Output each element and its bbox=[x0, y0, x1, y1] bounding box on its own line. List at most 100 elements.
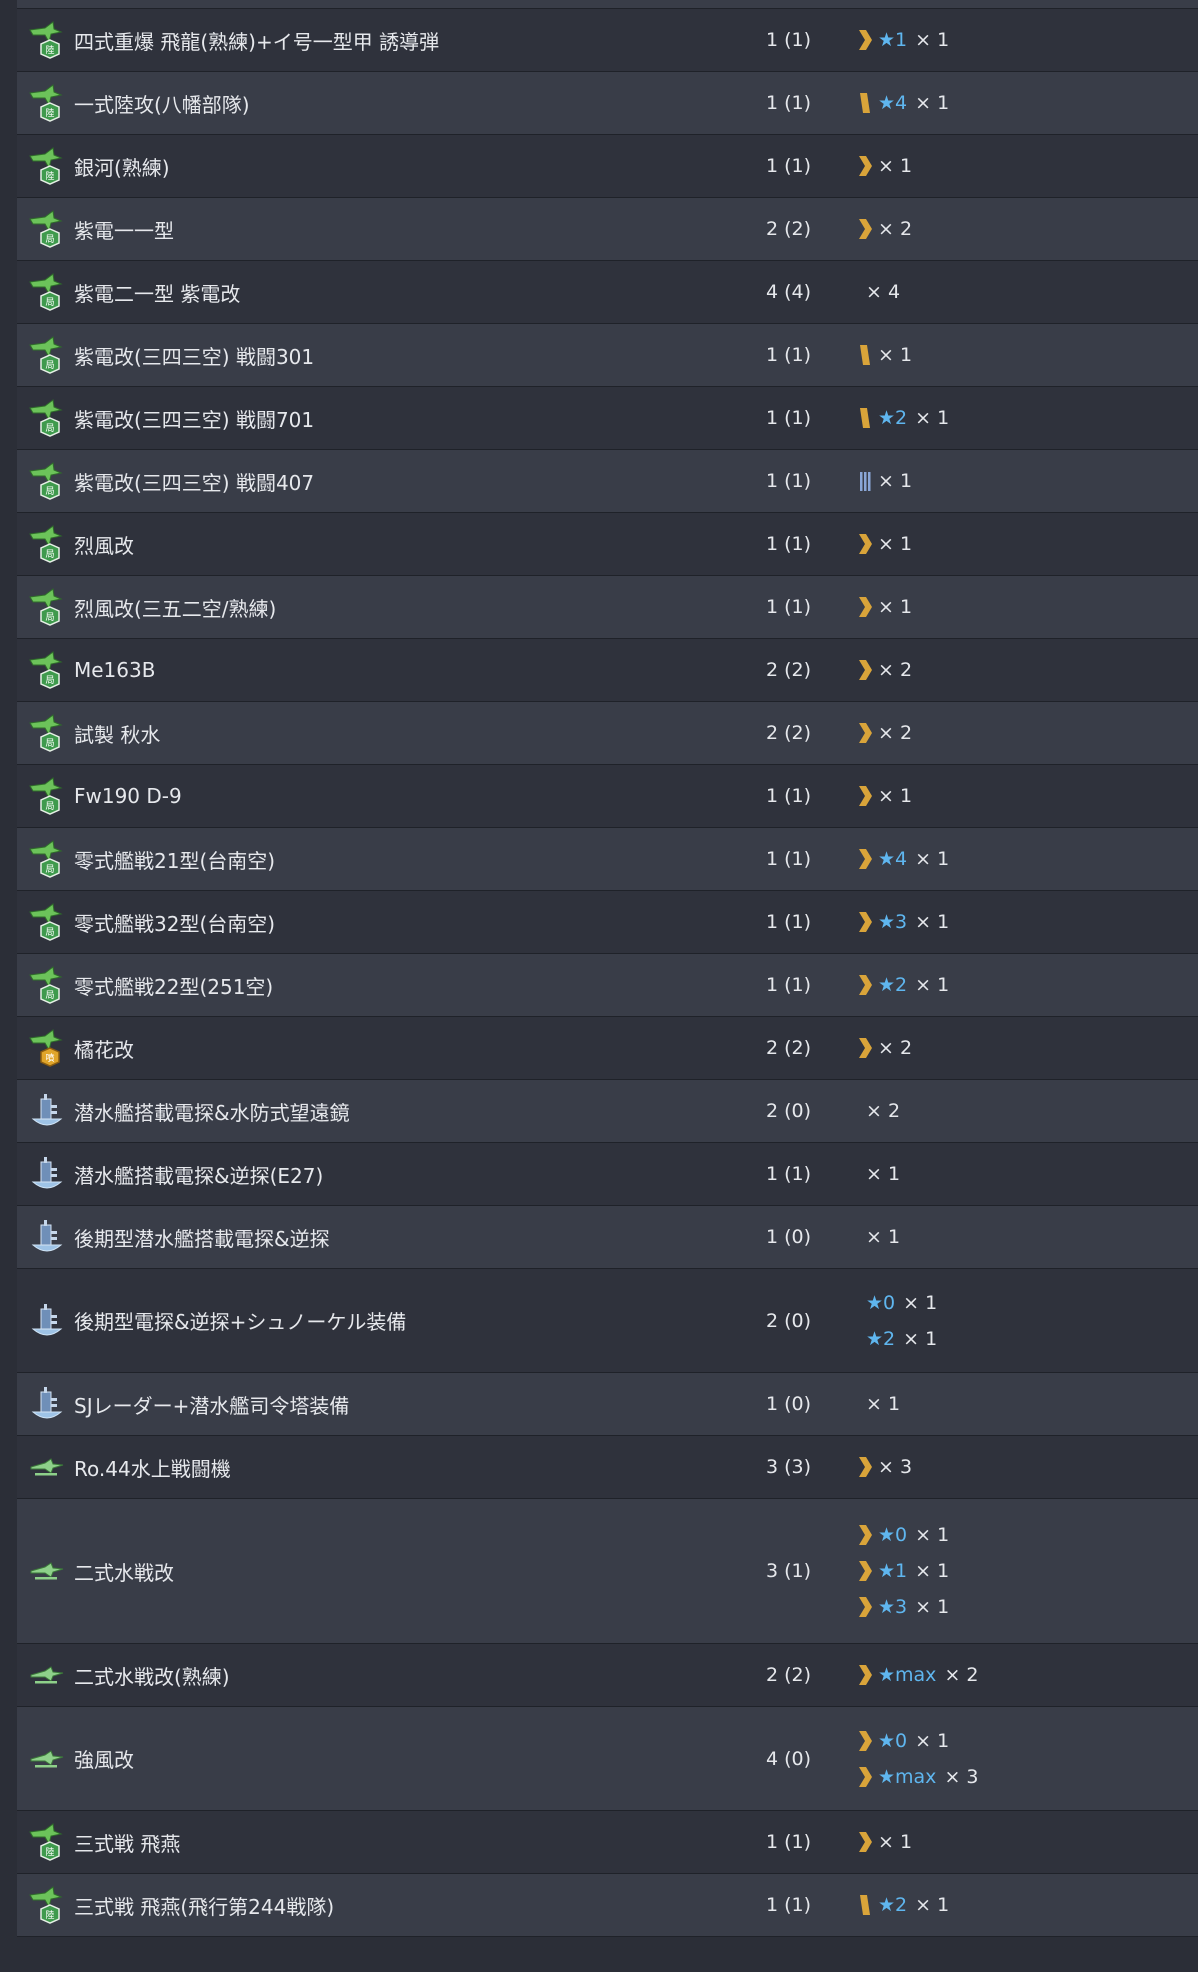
table-row[interactable]: 局 試製 秋水 2 (2) × 2 bbox=[17, 702, 1198, 765]
proficiency-quantity: × 1 bbox=[878, 470, 913, 492]
table-row[interactable]: 二式水戦改 3 (1) ★0 × 1 ★1 × 1 ★3 × 1 bbox=[17, 1499, 1198, 1644]
table-row[interactable]: 局 紫電改(三四三空) 戦闘701 1 (1) ★2 × 1 bbox=[17, 387, 1198, 450]
equipment-name[interactable]: 紫電一一型 bbox=[74, 215, 174, 244]
equipment-name[interactable]: SJレーダー+潜水艦司令塔装備 bbox=[74, 1390, 349, 1419]
svg-text:局: 局 bbox=[45, 864, 54, 875]
equipment-name[interactable]: 零式艦戦21型(台南空) bbox=[74, 845, 275, 874]
table-row[interactable]: 陸 一式陸攻(八幡部隊) 1 (1) ★4 × 1 bbox=[17, 72, 1198, 135]
equipment-table: 陸四式重爆 飛龍(熟練)+イ号一型甲 誘導弾 1 (1) ★1 × 1 陸一式陸攻(八幡… bbox=[17, 0, 1198, 1937]
equipment-name[interactable]: 烈風改 bbox=[74, 530, 134, 559]
equipment-name[interactable]: 潜水艦搭載電探&水防式望遠鏡 bbox=[74, 1097, 350, 1126]
table-row[interactable]: 陸 四式重爆 飛龍(熟練)+イ号一型甲 誘導弾 1 (1) ★1 × 1 bbox=[17, 9, 1198, 72]
equipment-name[interactable]: 二式水戦改 bbox=[74, 1557, 174, 1586]
equipment-name[interactable]: 後期型潜水艦搭載電探&逆探 bbox=[74, 1223, 330, 1252]
proficiency-line: ★1 × 1 bbox=[856, 25, 1198, 55]
table-row[interactable]: 局 烈風改(三五二空/熟練) 1 (1) × 1 bbox=[17, 576, 1198, 639]
equipment-name[interactable]: Me163B bbox=[74, 658, 155, 682]
equipment-name-cell: 後期型電探&逆探+シュノーケル装備 bbox=[17, 1301, 592, 1341]
improvement-star: ★max bbox=[878, 1664, 937, 1686]
proficiency-quantity: × 1 bbox=[915, 848, 950, 870]
table-row[interactable]: 局 零式艦戦21型(台南空) 1 (1) ★4 × 1 bbox=[17, 828, 1198, 891]
svg-text:局: 局 bbox=[45, 612, 54, 623]
equipment-name[interactable]: 零式艦戦22型(251空) bbox=[74, 971, 273, 1000]
table-row[interactable]: 後期型電探&逆探+シュノーケル装備 2 (0) ★0 × 1 ★2 × 1 bbox=[17, 1269, 1198, 1373]
table-row[interactable]: 強風改 4 (0) ★0 × 1 ★max × 3 bbox=[17, 1707, 1198, 1811]
table-row[interactable]: 局 Me163B 2 (2) × 2 bbox=[17, 639, 1198, 702]
land-attacker-icon: 陸 bbox=[29, 84, 63, 122]
proficiency-quantity: × 3 bbox=[878, 1456, 913, 1478]
table-row[interactable]: 局 紫電一一型 2 (2) × 2 bbox=[17, 198, 1198, 261]
equipment-name[interactable]: 潜水艦搭載電探&逆探(E27) bbox=[74, 1160, 323, 1189]
equipment-name[interactable]: 三式戦 飛燕(飛行第244戦隊) bbox=[74, 1891, 334, 1920]
proficiency-cell: ★0 × 1 ★1 × 1 ★3 × 1 bbox=[856, 1520, 1198, 1622]
proficiency-line: × 2 bbox=[856, 655, 1198, 685]
equipment-count: 4 (4) bbox=[766, 281, 812, 303]
seaplane-fighter-icon bbox=[30, 1666, 64, 1684]
proficiency-line: ★2 × 1 bbox=[856, 970, 1198, 1000]
proficiency-quantity: × 1 bbox=[915, 92, 950, 114]
table-row[interactable]: 局 紫電改(三四三空) 戦闘407 1 (1) × 1 bbox=[17, 450, 1198, 513]
equipment-name-cell: 局 零式艦戦32型(台南空) bbox=[17, 902, 592, 942]
table-row[interactable]: SJレーダー+潜水艦司令塔装備 1 (0) × 1 bbox=[17, 1373, 1198, 1436]
equipment-count: 1 (1) bbox=[766, 785, 812, 807]
proficiency-cell: × 1 bbox=[856, 592, 1198, 622]
equipment-name[interactable]: 紫電改(三四三空) 戦闘701 bbox=[74, 404, 314, 433]
equipment-name[interactable]: 二式水戦改(熟練) bbox=[74, 1661, 230, 1690]
proficiency-chevron-icon bbox=[859, 723, 872, 743]
equipment-name[interactable]: 橘花改 bbox=[74, 1034, 134, 1063]
equipment-name[interactable]: 紫電改(三四三空) 戦闘301 bbox=[74, 341, 314, 370]
table-row[interactable]: 陸 銀河(熟練) 1 (1) × 1 bbox=[17, 135, 1198, 198]
equipment-name-cell: 局 紫電改(三四三空) 戦闘407 bbox=[17, 461, 592, 501]
equipment-name[interactable]: 四式重爆 飛龍(熟練)+イ号一型甲 誘導弾 bbox=[74, 26, 439, 55]
table-row[interactable]: 噴 橘花改 2 (2) × 2 bbox=[17, 1017, 1198, 1080]
proficiency-chevron-icon bbox=[859, 1525, 872, 1545]
table-row[interactable]: 局 烈風改 1 (1) × 1 bbox=[17, 513, 1198, 576]
svg-text:局: 局 bbox=[45, 738, 54, 749]
proficiency-cell: × 2 bbox=[856, 214, 1198, 244]
equipment-name[interactable]: 強風改 bbox=[74, 1744, 134, 1773]
equipment-name[interactable]: 紫電改(三四三空) 戦闘407 bbox=[74, 467, 314, 496]
table-row[interactable]: 後期型潜水艦搭載電探&逆探 1 (0) × 1 bbox=[17, 1206, 1198, 1269]
improvement-star: ★4 bbox=[878, 92, 908, 114]
equipment-count: 1 (1) bbox=[766, 92, 812, 114]
equipment-count: 1 (1) bbox=[766, 29, 812, 51]
table-row[interactable]: 局 零式艦戦22型(251空) 1 (1) ★2 × 1 bbox=[17, 954, 1198, 1017]
svg-text:局: 局 bbox=[45, 234, 54, 245]
equipment-count: 3 (1) bbox=[766, 1560, 812, 1582]
proficiency-chevron-icon bbox=[859, 849, 872, 869]
table-row[interactable]: 局 紫電改(三四三空) 戦闘301 1 (1) × 1 bbox=[17, 324, 1198, 387]
equipment-name[interactable]: 紫電二一型 紫電改 bbox=[74, 278, 240, 307]
table-row[interactable]: 陸 三式戦 飛燕 1 (1) × 1 bbox=[17, 1811, 1198, 1874]
equipment-name[interactable]: Fw190 D-9 bbox=[74, 784, 182, 808]
table-row[interactable]: 局 零式艦戦32型(台南空) 1 (1) ★3 × 1 bbox=[17, 891, 1198, 954]
table-row[interactable]: 局 Fw190 D-9 1 (1) × 1 bbox=[17, 765, 1198, 828]
svg-text:局: 局 bbox=[45, 486, 54, 497]
interceptor-icon: 局 bbox=[29, 399, 63, 437]
table-row[interactable]: 陸 三式戦 飛燕(飛行第244戦隊) 1 (1) ★2 × 1 bbox=[17, 1874, 1198, 1937]
proficiency-line: ★4 × 1 bbox=[856, 88, 1198, 118]
proficiency-bar-icon bbox=[860, 93, 870, 113]
equipment-name[interactable]: 三式戦 飛燕 bbox=[74, 1828, 180, 1857]
proficiency-cell: × 1 bbox=[856, 340, 1198, 370]
equipment-name[interactable]: 一式陸攻(八幡部隊) bbox=[74, 89, 250, 118]
table-row[interactable]: Ro.44水上戦闘機 3 (3) × 3 bbox=[17, 1436, 1198, 1499]
equipment-name[interactable]: 銀河(熟練) bbox=[74, 152, 170, 181]
equipment-name[interactable]: 後期型電探&逆探+シュノーケル装備 bbox=[74, 1306, 406, 1335]
proficiency-chevron-icon bbox=[859, 1561, 872, 1581]
proficiency-chevron-icon bbox=[859, 1730, 872, 1751]
equipment-name[interactable]: 烈風改(三五二空/熟練) bbox=[74, 593, 276, 622]
table-row[interactable]: 潜水艦搭載電探&逆探(E27) 1 (1) × 1 bbox=[17, 1143, 1198, 1206]
equipment-name[interactable]: Ro.44水上戦闘機 bbox=[74, 1453, 231, 1482]
table-row[interactable]: 局 紫電二一型 紫電改 4 (4) × 4 bbox=[17, 261, 1198, 324]
table-row[interactable]: 二式水戦改(熟練) 2 (2) ★max × 2 bbox=[17, 1644, 1198, 1707]
table-row[interactable]: 潜水艦搭載電探&水防式望遠鏡 2 (0) × 2 bbox=[17, 1080, 1198, 1143]
equipment-name-cell: 陸 銀河(熟練) bbox=[17, 146, 592, 186]
proficiency-cell: × 1 bbox=[856, 529, 1198, 559]
proficiency-chevron-icon bbox=[859, 912, 872, 932]
improvement-star: ★0 bbox=[878, 1524, 908, 1546]
proficiency-line: × 1 bbox=[856, 466, 1198, 496]
svg-text:陸: 陸 bbox=[45, 1846, 54, 1858]
proficiency-chevron-icon bbox=[859, 534, 872, 554]
equipment-name[interactable]: 試製 秋水 bbox=[74, 719, 160, 748]
equipment-name[interactable]: 零式艦戦32型(台南空) bbox=[74, 908, 275, 937]
